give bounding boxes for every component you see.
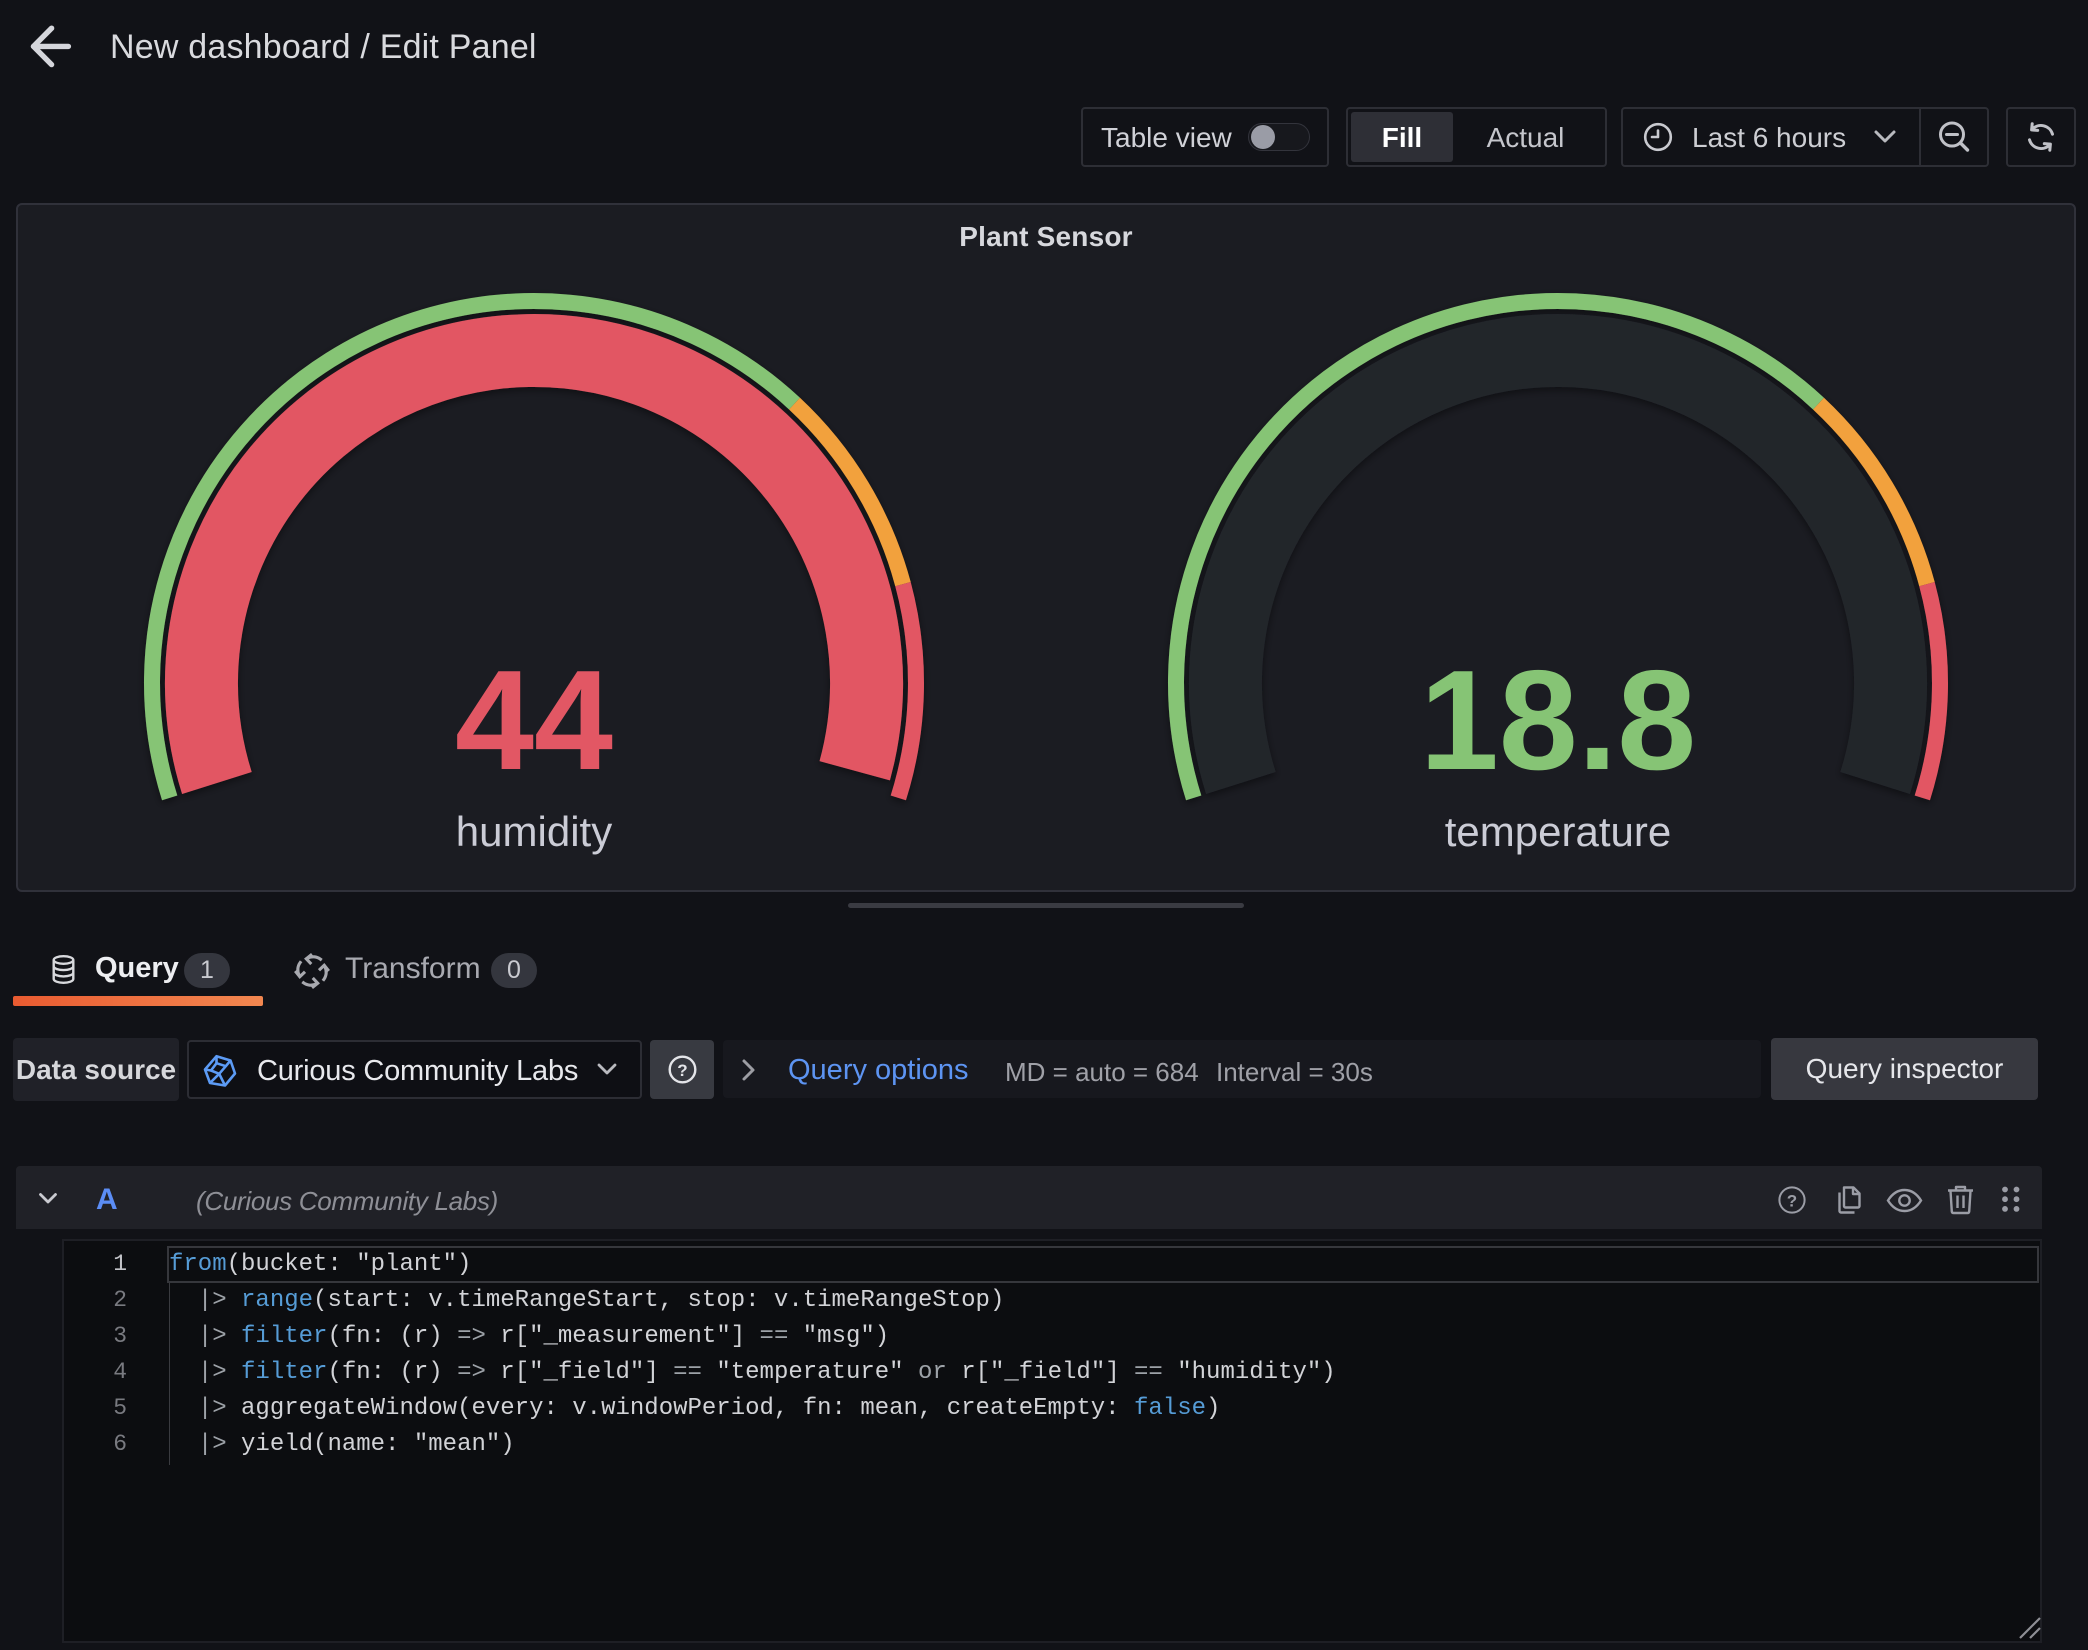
svg-text:?: ? (1787, 1192, 1797, 1211)
svg-text:?: ? (677, 1061, 687, 1080)
